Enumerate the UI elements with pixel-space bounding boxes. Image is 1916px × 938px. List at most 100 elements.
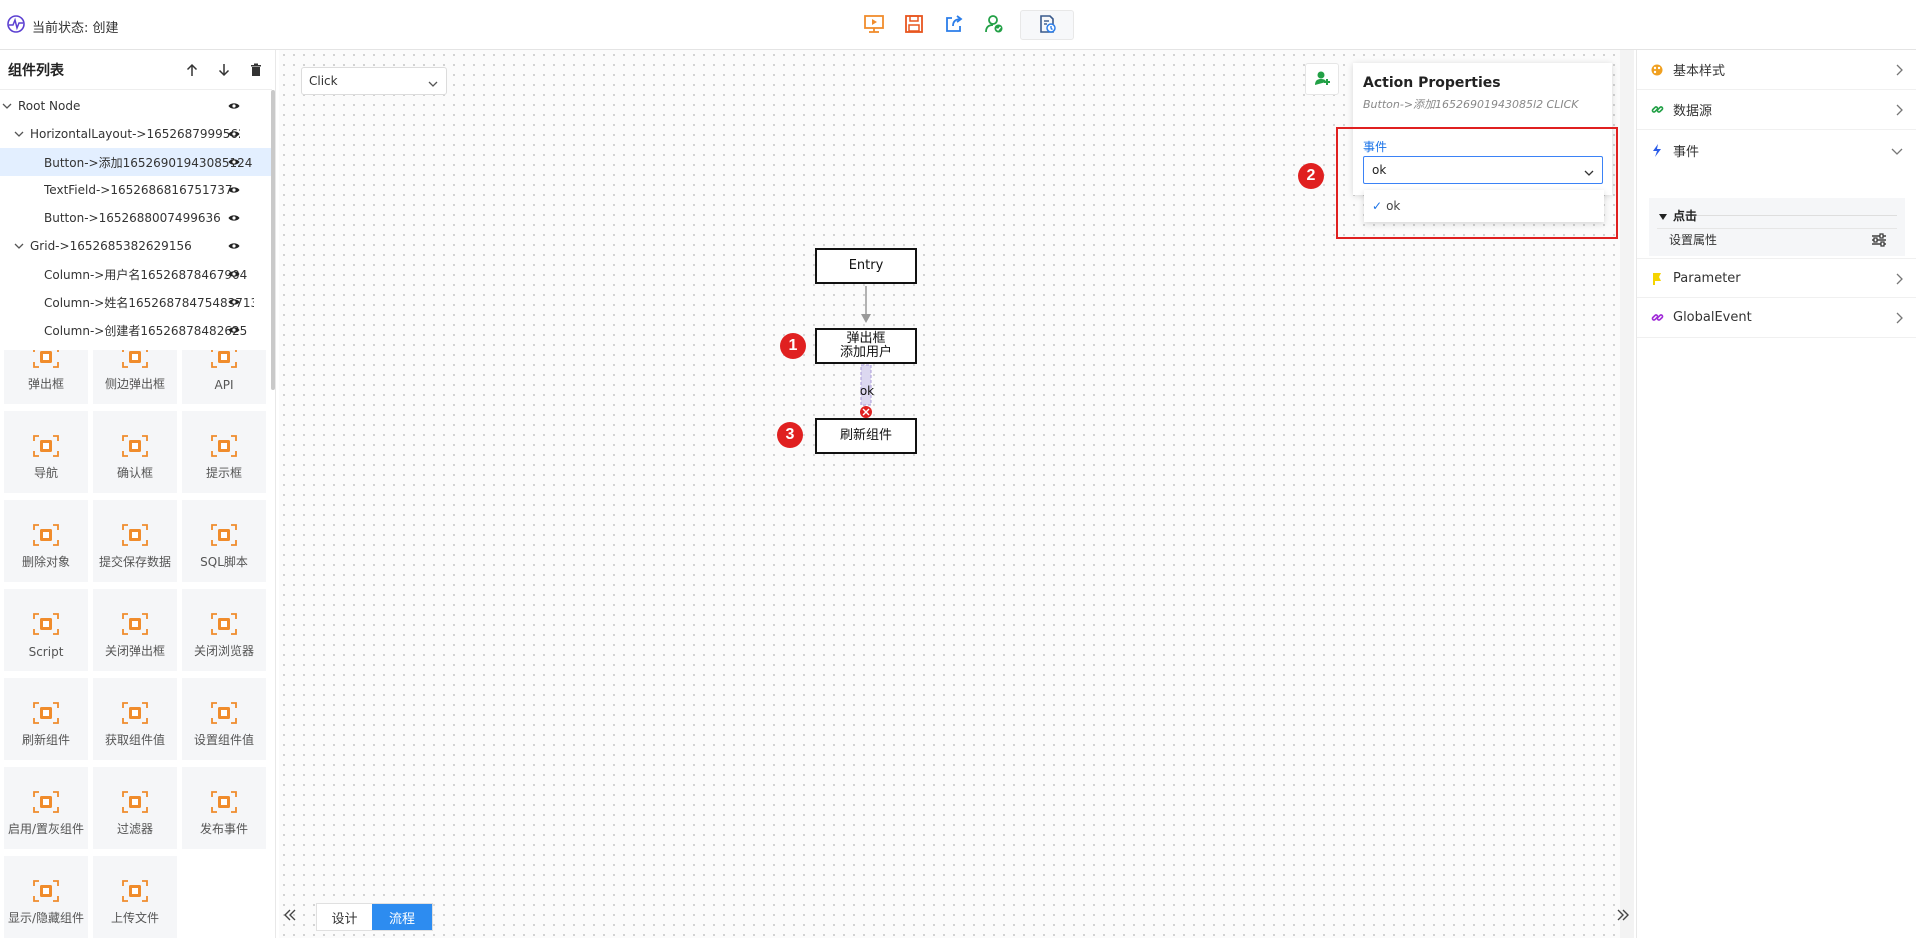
trigger-select[interactable]: Click (301, 67, 447, 95)
action-tile[interactable]: 关闭弹出框 (93, 589, 177, 671)
action-tile[interactable]: 获取组件值 (93, 678, 177, 760)
publish-icon (984, 14, 1004, 37)
palette-icon (1649, 64, 1665, 76)
lightning-icon (1649, 143, 1665, 157)
section-basic-style-label: 基本样式 (1673, 64, 1726, 79)
tree-scrollbar[interactable] (271, 90, 275, 390)
collapse-left-icon[interactable] (283, 908, 297, 925)
trash-icon[interactable] (240, 63, 272, 77)
eye-icon[interactable] (228, 240, 240, 254)
dialog-node[interactable]: 弹出框 添加用户 (815, 328, 917, 364)
sliders-icon[interactable] (1871, 233, 1887, 250)
section-global-event[interactable]: GlobalEvent (1637, 298, 1916, 338)
eye-icon[interactable] (228, 268, 240, 282)
callout-badge-1: 1 (780, 333, 806, 359)
action-tile[interactable]: 提示框 (182, 411, 266, 493)
action-properties-subtitle: Button->添加16526901943085l2 CLICK (1363, 98, 1579, 111)
eye-icon[interactable] (228, 184, 240, 198)
edge-label-ok[interactable]: ok (857, 384, 877, 398)
flag-icon (1649, 272, 1665, 285)
eye-icon[interactable] (228, 324, 240, 338)
action-tile-label: 关闭浏览器 (193, 644, 254, 658)
action-tile[interactable]: SQL脚本 (182, 500, 266, 582)
tree-row[interactable]: TextField->1652686816751737 (0, 176, 272, 204)
callout-badge-2: 2 (1298, 163, 1324, 189)
action-palette: 弹出框 侧边弹出框 API 导航 确认框 提示框删除对象 提交保存数据 SQL脚本 Script… (0, 350, 270, 938)
action-properties-title: Action Properties (1363, 75, 1501, 91)
preview-button[interactable] (854, 10, 894, 40)
eye-icon[interactable] (228, 156, 240, 170)
action-tile[interactable]: 刷新组件 (4, 678, 88, 760)
chevron-down-icon[interactable] (0, 102, 14, 110)
action-tile-label: 启用/置灰组件 (7, 822, 85, 836)
action-tile[interactable]: 关闭浏览器 (182, 589, 266, 671)
action-tile[interactable]: API (182, 350, 266, 404)
action-tile-label: 提交保存数据 (98, 555, 171, 569)
action-tile[interactable]: 显示/隐藏组件 (4, 856, 88, 938)
action-properties-panel: Action Properties Button->添加165269019430… (1353, 63, 1612, 195)
section-events[interactable]: 事件 (1637, 130, 1916, 170)
action-tile[interactable]: 确认框 (93, 411, 177, 493)
action-tile[interactable]: 导航 (4, 411, 88, 493)
action-tile[interactable]: 过滤器 (93, 767, 177, 849)
eye-icon[interactable] (228, 296, 240, 310)
chevron-down-icon[interactable] (12, 130, 26, 138)
page-settings-button[interactable] (1020, 10, 1074, 40)
tree-row[interactable]: HorizontalLayout->1652687999562 (0, 120, 272, 148)
tree-row[interactable]: Button->添加16526901943085124 (0, 148, 272, 176)
tree-row[interactable]: Root Node (0, 92, 272, 120)
alert-icon (211, 435, 237, 457)
submit-save-icon (122, 524, 148, 546)
chevron-down-icon[interactable] (12, 242, 26, 250)
event-option-ok[interactable]: ✓ ok (1364, 190, 1604, 222)
entry-node[interactable]: Entry (815, 248, 917, 284)
tree-row-label: Column->用户名16526878467904 (44, 267, 248, 282)
action-tile-label: 提示框 (205, 466, 242, 480)
tab-design[interactable]: 设计 (317, 904, 372, 930)
tree-row[interactable]: Grid->1652685382629156 (0, 232, 272, 260)
event-item-set-property[interactable]: 设置属性 (1657, 228, 1897, 250)
refresh-node[interactable]: 刷新组件 (815, 418, 917, 454)
eye-icon[interactable] (228, 100, 240, 114)
action-tile[interactable]: 启用/置灰组件 (4, 767, 88, 849)
export-button[interactable] (934, 10, 974, 40)
eye-icon[interactable] (228, 128, 240, 142)
chevron-down-icon (1584, 166, 1594, 180)
action-tile[interactable]: 弹出框 (4, 350, 88, 404)
eye-icon[interactable] (228, 212, 240, 226)
tree-row[interactable]: Column->姓名16526878475483713 (0, 288, 272, 316)
publish-button[interactable] (974, 10, 1014, 40)
event-group-click[interactable]: 点击 (1659, 207, 1697, 224)
collapse-right-icon[interactable] (1616, 908, 1630, 925)
side-dialog-icon (122, 350, 148, 368)
component-list-title: 组件列表 (8, 62, 64, 79)
action-tile[interactable]: 上传文件 (93, 856, 177, 938)
chevron-down-icon (1891, 144, 1903, 159)
move-up-icon[interactable] (176, 63, 208, 77)
action-tile[interactable]: 提交保存数据 (93, 500, 177, 582)
right-panel: 基本样式 数据源 事件 点击 设置属性 Parameter GlobalEven… (1636, 50, 1916, 938)
status-indicator: 当前状态: 创建 (6, 14, 119, 38)
action-tile[interactable]: 设置组件值 (182, 678, 266, 760)
tree-row[interactable]: Column->用户名16526878467904 (0, 260, 272, 288)
action-user-button[interactable] (1305, 63, 1339, 95)
tree-row[interactable]: Button->1652688007499636 (0, 204, 272, 232)
left-panel: 组件列表 Root Node HorizontalLayout->16526879… (0, 50, 276, 938)
chevron-right-icon (1895, 64, 1903, 80)
tab-flow[interactable]: 流程 (372, 904, 432, 930)
action-tile-label: 上传文件 (110, 911, 159, 925)
move-down-icon[interactable] (208, 63, 240, 77)
canvas-scrollbar[interactable] (1620, 50, 1634, 938)
action-tile[interactable]: Script (4, 589, 88, 671)
section-parameter[interactable]: Parameter (1637, 258, 1916, 298)
action-tile[interactable]: 删除对象 (4, 500, 88, 582)
section-datasource[interactable]: 数据源 (1637, 90, 1916, 130)
dialog-icon (33, 350, 59, 368)
tree-row[interactable]: Column->创建者16526878482625 (0, 316, 272, 344)
action-tile[interactable]: 发布事件 (182, 767, 266, 849)
action-tile-label: 发布事件 (199, 822, 248, 836)
action-tile[interactable]: 侧边弹出框 (93, 350, 177, 404)
save-button[interactable] (894, 10, 934, 40)
section-basic-style[interactable]: 基本样式 (1637, 50, 1916, 90)
event-select[interactable]: ok (1363, 156, 1603, 184)
